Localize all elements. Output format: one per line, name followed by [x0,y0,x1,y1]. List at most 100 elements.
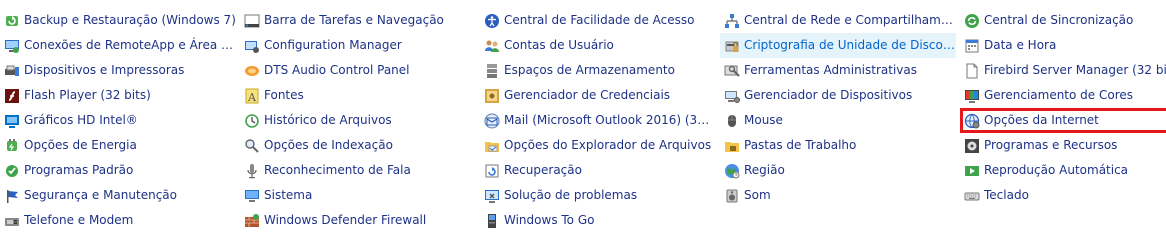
mail-icon [484,113,500,129]
item-sync-center[interactable]: Central de Sincronização [960,8,1166,33]
item-phone-modem[interactable]: Telefone e Modem [0,208,236,233]
item-autoplay[interactable]: Reprodução Automática [960,158,1166,183]
item-label: Programas Padrão [24,163,134,177]
item-label: Gráficos HD Intel® [24,113,138,127]
phone-modem-icon [4,213,20,229]
item-credential-manager[interactable]: Gerenciador de Credenciais [480,83,716,108]
item-admin-tools[interactable]: Ferramentas Administrativas [720,58,956,83]
mouse-icon [724,113,740,129]
item-taskbar[interactable]: Barra de Tarefas e Navegação [240,8,476,33]
control-panel-all-items: Backup e Restauração (Windows 7) Conexõe… [0,8,1166,238]
flag-icon [4,188,20,204]
device-manager-icon [724,88,740,104]
date-time-icon [964,38,980,54]
item-system[interactable]: Sistema [240,183,476,208]
item-label: Gerenciador de Credenciais [504,88,671,102]
firebird-icon [964,63,980,79]
sound-icon [724,188,740,204]
item-work-folders[interactable]: Pastas de Trabalho [720,133,956,158]
item-fonts[interactable]: A Fontes [240,83,476,108]
item-keyboard[interactable]: Teclado [960,183,1166,208]
item-configuration-manager[interactable]: Configuration Manager [240,33,476,58]
item-programs-features[interactable]: Programas e Recursos [960,133,1166,158]
item-intel-graphics[interactable]: Gráficos HD Intel® [0,108,236,133]
devices-printers-icon [4,63,20,79]
item-label: Mail (Microsoft Outlook 2016) (32 bits) [504,113,716,127]
item-label: Conexões de RemoteApp e Área de ... [24,38,236,52]
item-label: Solução de problemas [504,188,638,202]
item-label: Região [744,163,785,177]
item-user-accounts[interactable]: Contas de Usuário [480,33,716,58]
keyboard-icon [964,188,980,204]
network-center-icon [724,13,740,29]
item-label: Central de Rede e Compartilhamento [744,13,956,27]
default-programs-icon [4,163,20,179]
item-speech-recognition[interactable]: Reconhecimento de Fala [240,158,476,183]
sync-center-icon [964,13,980,29]
item-recovery[interactable]: Recuperação [480,158,716,183]
microphone-icon [244,163,260,179]
item-dts-audio[interactable]: DTS Audio Control Panel [240,58,476,83]
indexing-icon [244,138,260,154]
intel-graphics-icon [4,113,20,129]
item-mail[interactable]: Mail (Microsoft Outlook 2016) (32 bits) [480,108,716,133]
item-folder-options[interactable]: Opções do Explorador de Arquivos [480,133,716,158]
recovery-icon [484,163,500,179]
item-devices-printers[interactable]: Dispositivos e Impressoras [0,58,236,83]
item-ease-of-access[interactable]: Central de Facilidade de Acesso [480,8,716,33]
item-label: Central de Sincronização [984,13,1134,27]
item-remoteapp[interactable]: Conexões de RemoteApp e Área de ... [0,33,236,58]
admin-tools-icon [724,63,740,79]
item-backup-restore[interactable]: Backup e Restauração (Windows 7) [0,8,236,33]
item-flash-player[interactable]: Flash Player (32 bits) [0,83,236,108]
svg-text:A: A [247,91,257,104]
item-label: Configuration Manager [264,38,402,52]
item-firebird[interactable]: Firebird Server Manager (32 bits) [960,58,1166,83]
item-troubleshooting[interactable]: Solução de problemas [480,183,716,208]
flash-player-icon [4,88,20,104]
item-label: Windows Defender Firewall [264,213,427,227]
item-label: Firebird Server Manager (32 bits) [984,63,1166,77]
item-color-management[interactable]: Gerenciamento de Cores [960,83,1166,108]
item-network-center[interactable]: Central de Rede e Compartilhamento [720,8,956,33]
item-label: Dispositivos e Impressoras [24,63,185,77]
item-internet-options[interactable]: Opções da Internet [960,108,1166,133]
item-label: DTS Audio Control Panel [264,63,410,77]
item-label: Opções do Explorador de Arquivos [504,138,712,152]
config-manager-icon [244,38,260,54]
column-3: Central de Facilidade de Acesso Contas d… [480,8,716,233]
backup-restore-icon [4,13,20,29]
credential-manager-icon [484,88,500,104]
item-default-programs[interactable]: Programas Padrão [0,158,236,183]
item-sound[interactable]: Som [720,183,956,208]
item-label: Data e Hora [984,38,1057,52]
item-mouse[interactable]: Mouse [720,108,956,133]
programs-features-icon [964,138,980,154]
item-power-options[interactable]: Opções de Energia [0,133,236,158]
item-storage-spaces[interactable]: Espaços de Armazenamento [480,58,716,83]
item-label: Windows To Go [504,213,595,227]
region-icon [724,163,740,179]
item-label: Teclado [984,188,1029,202]
internet-options-icon [964,113,980,129]
item-label: Gerenciamento de Cores [984,88,1134,102]
item-bitlocker[interactable]: Criptografia de Unidade de Disco Bit... [720,33,956,58]
item-date-time[interactable]: Data e Hora [960,33,1166,58]
item-security-maintenance[interactable]: Segurança e Manutenção [0,183,236,208]
item-label: Som [744,188,771,202]
storage-spaces-icon [484,63,500,79]
item-device-manager[interactable]: Gerenciador de Dispositivos [720,83,956,108]
item-label: Recuperação [504,163,582,177]
item-label: Fontes [264,88,304,102]
item-file-history[interactable]: Histórico de Arquivos [240,108,476,133]
item-indexing-options[interactable]: Opções de Indexação [240,133,476,158]
file-history-icon [244,113,260,129]
item-region[interactable]: Região [720,158,956,183]
fonts-icon: A [244,88,260,104]
item-label: Reprodução Automática [984,163,1129,177]
item-windows-to-go[interactable]: Windows To Go [480,208,716,233]
item-windows-firewall[interactable]: Windows Defender Firewall [240,208,476,233]
power-options-icon [4,138,20,154]
column-1: Backup e Restauração (Windows 7) Conexõe… [0,8,236,233]
item-label: Mouse [744,113,783,127]
